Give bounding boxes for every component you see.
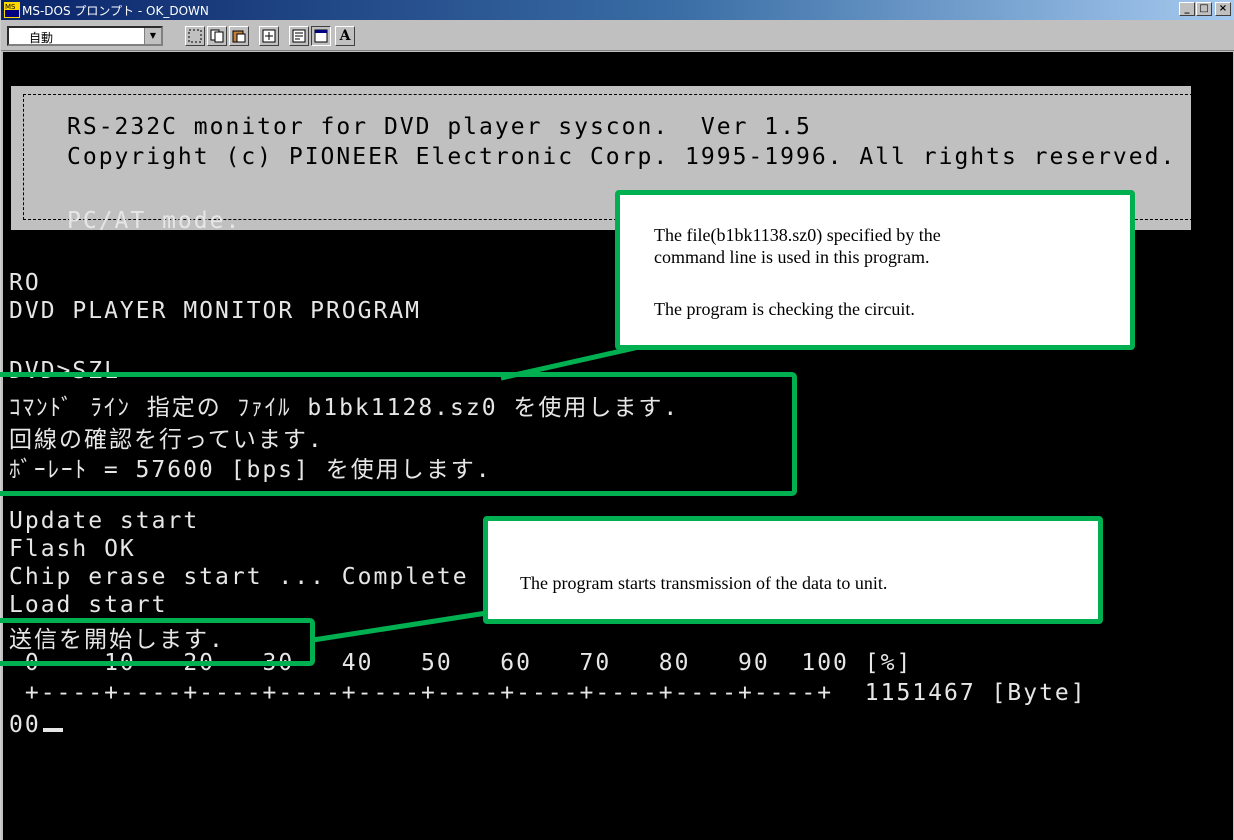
mode-line: PC/AT mode. [67,208,242,234]
flash-line: Flash OK [9,536,136,562]
window-title: MS-DOS プロンプト - OK_DOWN [22,4,209,18]
erase-line: Chip erase start ... Complete [9,564,469,590]
ro-line: RO [9,270,41,296]
background-icon [314,29,328,43]
font-size-select[interactable]: 自動 ▼ [7,26,163,46]
program-line: DVD PLAYER MONITOR PROGRAM [9,298,422,324]
banner-line-2: Copyright (c) PIONEER Electronic Corp. 1… [67,144,1177,170]
mark-icon [188,29,202,43]
msdos-app-icon: MS [4,2,20,18]
chevron-down-icon[interactable]: ▼ [144,28,161,44]
update-line: Update start [9,508,200,534]
text-cursor [42,728,63,732]
properties-icon [292,29,306,43]
msdos-window: MS MS-DOS プロンプト - OK_DOWN _ □ × 自動 ▼ A R… [0,0,1234,840]
font-size-value: 自動 [29,31,54,45]
minimize-button[interactable]: _ [1179,2,1195,16]
callout-2-text: The program starts transmission of the d… [520,573,888,593]
close-button[interactable]: × [1215,2,1231,16]
callout-1-line-2: command line is used in this program. [654,247,930,267]
properties-button[interactable] [289,26,309,46]
copy-icon [210,29,224,43]
progress-value: 00 [9,712,41,738]
highlight-send-line [0,618,315,666]
progress-line: 00 [9,712,63,738]
paste-icon [232,30,246,43]
maximize-button[interactable]: □ [1196,2,1212,16]
fullscreen-icon [262,29,276,43]
callout-1-line-1: The file(b1bk1138.sz0) specified by the [654,225,941,245]
fullscreen-button[interactable] [259,26,279,46]
font-button[interactable]: A [335,26,355,46]
title-bar[interactable]: MS MS-DOS プロンプト - OK_DOWN _ □ × [1,0,1234,20]
paste-button[interactable] [229,26,249,46]
banner-line-1: RS-232C monitor for DVD player syscon. V… [67,114,812,140]
mark-button[interactable] [185,26,205,46]
copy-button[interactable] [207,26,227,46]
progress-ruler: +----+----+----+----+----+----+----+----… [9,680,1087,706]
load-line: Load start [9,592,168,618]
svg-text:MS: MS [5,3,16,11]
toolbar: 自動 ▼ A [1,20,1234,51]
callout-1-line-3: The program is checking the circuit. [654,299,915,319]
background-button[interactable] [311,26,331,46]
highlight-command-output [0,372,797,496]
callout-transmission: The program starts transmission of the d… [483,516,1103,624]
callout-command-line: The file(b1bk1138.sz0) specified by the … [615,190,1135,350]
